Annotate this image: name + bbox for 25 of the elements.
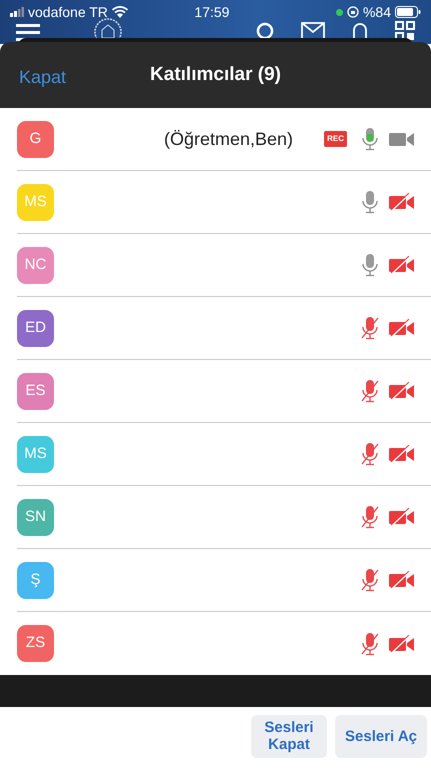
avatar: MS [17,436,54,472]
avatar: ES [17,372,54,410]
carrier-name: vodafone TR [28,2,108,22]
search-icon[interactable] [255,21,275,41]
clock-time: 17:59 [194,2,230,22]
avatar: ZS [17,625,54,662]
dot-icon [336,8,343,16]
avatar: G [17,120,54,158]
sheet-title: Katılımcılar (9) [150,62,281,87]
avatar: ED [17,310,54,346]
avatar: NC [17,246,54,284]
wifi-icon [112,6,128,18]
role-label: (Öğretmen,Ben) [164,128,294,151]
avatar: MS [17,184,54,220]
mute-toggle-button[interactable]: Sesleri Kapat [251,715,327,758]
battery-icon [394,6,421,18]
rotation-lock-icon [346,6,359,18]
close-button[interactable]: Kapat [19,64,66,91]
qr-code-icon[interactable] [395,21,415,41]
signal-icon [10,7,24,17]
battery-percent: %84 [362,2,391,22]
avatar: SN [17,498,54,536]
recording-badge: REC [324,131,347,147]
avatar: Ş [17,562,54,598]
mute-toggle-button[interactable]: Sesleri Aç [335,715,427,758]
